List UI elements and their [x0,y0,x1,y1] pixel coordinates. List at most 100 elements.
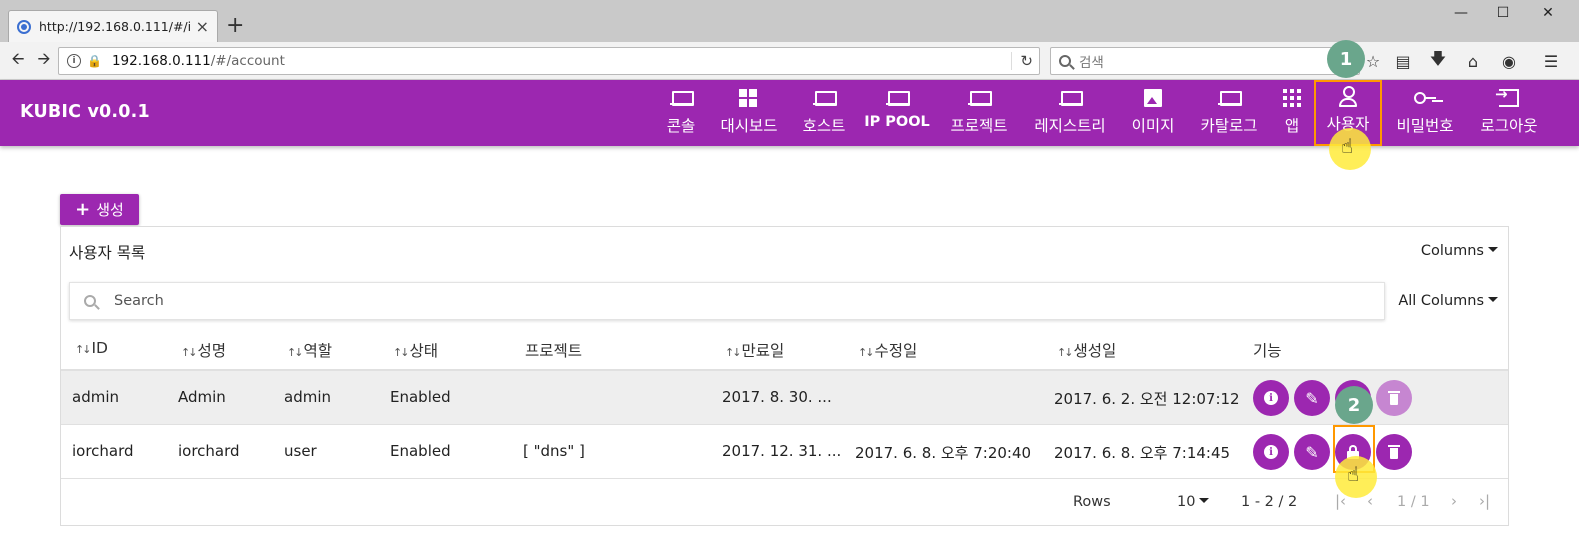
cell-project: [ "dns" ] [523,442,585,460]
rows-label: Rows [1073,494,1111,510]
laptop-icon [1059,91,1083,106]
table-row[interactable]: admin Admin admin Enabled 2017. 8. 30. .… [61,371,1508,424]
delete-button[interactable] [1376,434,1412,470]
browser-search-placeholder: 검색 [1079,55,1104,71]
tab-close-icon[interactable]: × [196,17,209,36]
window-close-button[interactable]: ✕ [1525,0,1571,26]
sort-icon: ↑↓ [75,343,92,356]
create-user-button[interactable]: + 생성 [60,194,139,225]
hand-cursor-icon: ☝ [1347,462,1360,486]
nav-catalog[interactable]: 카탈로그 [1194,86,1264,142]
user-list-card: 사용자 목록 Columns Search All Columns ↑↓ ID ↑… [60,226,1509,526]
column-header-created[interactable]: ↑↓ 생성일 [1057,339,1116,361]
column-header-expiry[interactable]: ↑↓ 만료일 [725,339,784,361]
laptop-icon [1218,91,1242,106]
laptop-icon [670,91,694,106]
nav-label: 이미지 [1131,117,1175,135]
sort-icon: ↑↓ [287,346,304,359]
cell-role: admin [284,388,331,406]
step-badge-1: 1 [1327,40,1365,78]
forward-arrow-icon[interactable]: 🡪 [31,48,57,74]
cell-expiry: 2017. 12. 31. ... [722,442,842,460]
cell-role: user [284,442,317,460]
browser-search-bar[interactable]: 검색 [1050,47,1360,75]
nav-registry[interactable]: 레지스트리 [1028,86,1112,142]
browser-tabstrip: http://192.168.0.111/#/imag × + — ☐ ✕ [0,0,1579,42]
cell-name: Admin [178,388,226,406]
plus-icon: + [75,199,91,220]
all-columns-dropdown[interactable]: All Columns [1398,293,1498,309]
browser-tab[interactable]: http://192.168.0.111/#/imag × [8,10,218,42]
window-maximize-button[interactable]: ☐ [1480,0,1526,26]
prev-page-icon[interactable]: ‹ [1367,492,1373,510]
nav-label: 호스트 [802,117,846,135]
page-indicator: 1 / 1 [1397,494,1430,510]
nav-dashboard[interactable]: 대시보드 [714,86,784,142]
cell-created: 2017. 6. 8. 오후 7:14:45 [1054,444,1231,462]
hamburger-menu-icon[interactable]: ☰ [1540,50,1562,72]
address-url: 192.168.0.111/#/account [111,53,285,69]
column-header-role[interactable]: ↑↓ 역할 [287,339,332,361]
info-button[interactable]: i [1253,434,1289,470]
search-placeholder: Search [114,293,164,309]
edit-button[interactable]: ✎ [1294,434,1330,470]
nav-project[interactable]: 프로젝트 [944,86,1014,142]
favicon-icon [17,19,31,34]
cell-name: iorchard [178,442,240,460]
sort-icon: ↑↓ [1057,346,1074,359]
column-header-name[interactable]: ↑↓ 성명 [181,339,226,361]
nav-logout[interactable]: 로그아웃 [1474,85,1544,142]
window-minimize-button[interactable]: — [1438,0,1484,26]
nav-label: 앱 [1284,117,1300,135]
table-pagination: Rows 10 1 - 2 / 2 |‹ ‹ 1 / 1 › ›| [61,478,1508,526]
new-tab-button[interactable]: + [226,13,244,38]
reload-icon[interactable]: ↻ [1011,52,1033,70]
column-header-status[interactable]: ↑↓ 상태 [393,339,438,361]
edit-button[interactable]: ✎ [1294,380,1330,416]
info-icon: i [1264,391,1278,405]
card-title: 사용자 목록 [69,244,146,262]
nav-host[interactable]: 호스트 [798,86,850,142]
cell-id: admin [72,388,119,406]
reading-list-icon[interactable]: ▤ [1392,50,1414,72]
nav-apps[interactable]: 앱 [1278,86,1306,142]
nav-label: 비밀번호 [1396,117,1454,135]
cell-id: iorchard [72,442,134,460]
bookmark-star-icon[interactable]: ☆ [1362,50,1384,72]
download-icon[interactable]: 🡇 [1427,49,1449,72]
back-arrow-icon[interactable]: 🡨 [5,48,31,74]
person-icon [1338,86,1358,107]
last-page-icon[interactable]: ›| [1479,492,1490,510]
column-header-project: 프로젝트 [525,342,583,360]
address-bar[interactable]: i 🔒 192.168.0.111/#/account ↻ [58,47,1040,75]
nav-label: 프로젝트 [950,117,1008,135]
search-input[interactable]: Search [69,282,1385,320]
delete-button-disabled [1376,380,1412,416]
nav-password[interactable]: 비밀번호 [1390,86,1460,142]
exit-icon [1495,85,1519,107]
nav-console[interactable]: 콘솔 [662,86,700,142]
nav-label: 대시보드 [720,117,778,135]
info-button[interactable]: i [1253,380,1289,416]
columns-dropdown[interactable]: Columns [1421,243,1498,259]
info-icon[interactable]: i [67,54,81,68]
app-brand: KUBIC v0.0.1 [20,102,150,122]
dashboard-icon [739,89,759,107]
cell-status: Enabled [390,388,451,406]
image-icon [1144,89,1162,107]
nav-image[interactable]: 이미지 [1126,86,1180,142]
pencil-icon: ✎ [1305,388,1319,408]
next-page-icon[interactable]: › [1451,492,1457,510]
table-row[interactable]: iorchard iorchard user Enabled [ "dns" ]… [61,425,1508,478]
pagination-range: 1 - 2 / 2 [1241,494,1298,510]
nav-ip-pool[interactable]: IP POOL [864,86,930,142]
hand-cursor-icon: ☝ [1341,134,1354,158]
column-header-modified[interactable]: ↑↓ 수정일 [858,339,917,361]
home-icon[interactable]: ⌂ [1462,50,1484,72]
search-icon [84,295,96,307]
column-header-id[interactable]: ↑↓ ID [75,339,108,357]
step-badge-2: 2 [1335,386,1373,424]
rows-per-page-select[interactable]: 10 [1177,494,1210,510]
pocket-icon[interactable]: ◉ [1498,50,1520,72]
sort-icon: ↑↓ [858,346,875,359]
